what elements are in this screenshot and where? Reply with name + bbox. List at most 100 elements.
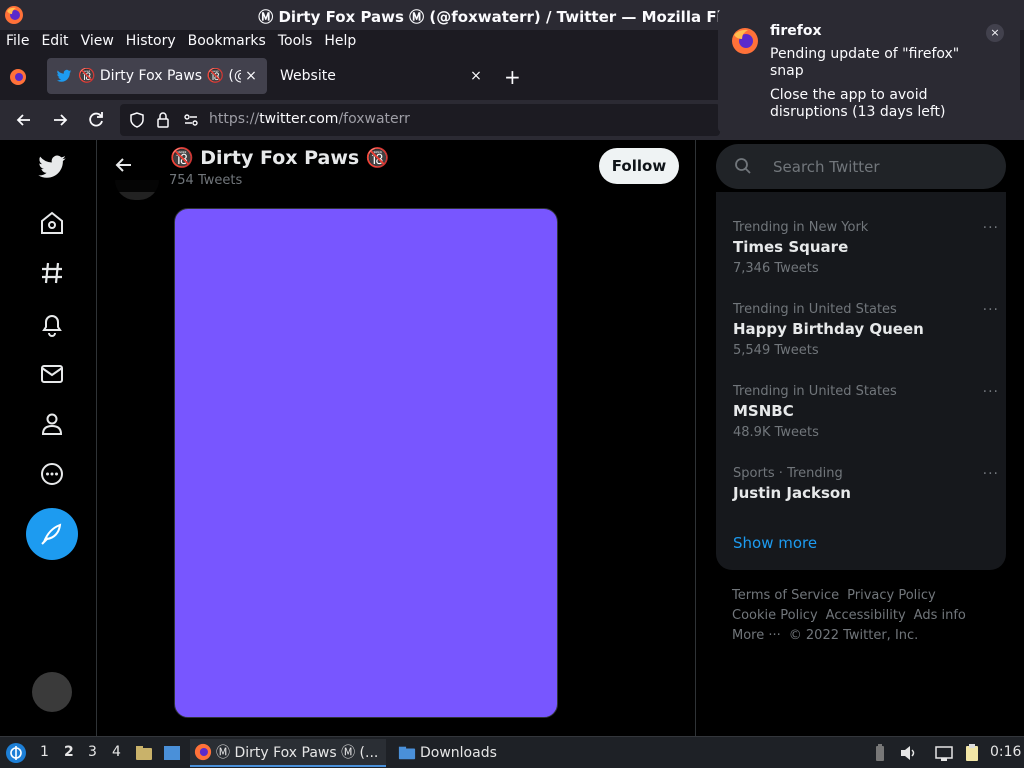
tweet-count: 754 Tweets xyxy=(169,173,243,188)
menu-help[interactable]: Help xyxy=(324,33,356,49)
trend-context: Trending in New York xyxy=(733,220,869,235)
task-label: Ⓜ Dirty Fox Paws Ⓜ (... xyxy=(216,745,379,761)
more-circle-icon[interactable] xyxy=(37,459,67,489)
footer-links: Terms of Service Privacy Policy Cookie Po… xyxy=(732,586,992,646)
trends-panel: Trending in New York Times Square 7,346 … xyxy=(716,192,1006,570)
new-tab-button[interactable]: + xyxy=(504,67,521,87)
task-label: Downloads xyxy=(420,745,497,761)
tab-close-icon[interactable]: × xyxy=(241,68,261,84)
trend-more-icon[interactable]: ··· xyxy=(983,384,999,400)
twitter-logo-icon[interactable] xyxy=(37,152,67,182)
url-prefix: https:// xyxy=(209,111,260,127)
lock-icon[interactable] xyxy=(154,111,172,129)
url-text[interactable]: https://twitter.com/foxwaterr xyxy=(209,111,410,127)
workspace-3[interactable]: 3 xyxy=(88,744,97,760)
profile-person-icon[interactable] xyxy=(37,409,67,439)
url-path: /foxwaterr xyxy=(338,111,410,127)
trend-name: Times Square xyxy=(733,238,849,256)
notification-detail: Close the app to avoid disruptions (13 d… xyxy=(770,87,946,120)
trend-more-icon[interactable]: ··· xyxy=(983,302,999,318)
back-arrow-icon[interactable] xyxy=(14,110,34,130)
start-menu-icon[interactable] xyxy=(5,742,27,764)
firefox-logo-icon xyxy=(194,743,212,761)
right-sidebar: Search Twitter Trending in New York Time… xyxy=(696,140,1024,736)
menu-tools[interactable]: Tools xyxy=(278,33,313,49)
battery-icon[interactable] xyxy=(870,743,890,763)
trend-count: 7,346 Tweets xyxy=(733,261,819,276)
menu-bookmarks[interactable]: Bookmarks xyxy=(188,33,266,49)
back-arrow-icon[interactable] xyxy=(113,154,135,176)
tab-close-icon[interactable]: × xyxy=(466,68,486,84)
menu-view[interactable]: View xyxy=(81,33,114,49)
workspace-1[interactable]: 1 xyxy=(40,744,49,760)
clipboard-icon[interactable] xyxy=(962,743,982,763)
show-more-link[interactable]: Show more xyxy=(733,534,817,552)
trend-more-icon[interactable]: ··· xyxy=(983,220,999,236)
compose-tweet-button[interactable] xyxy=(26,508,78,560)
forward-arrow-icon[interactable] xyxy=(50,110,70,130)
trend-item[interactable]: Trending in United States Happy Birthday… xyxy=(733,302,998,358)
trend-count: 48.9K Tweets xyxy=(733,425,819,440)
messages-envelope-icon[interactable] xyxy=(37,359,67,389)
explore-hashtag-icon[interactable] xyxy=(37,258,67,288)
trend-more-icon[interactable]: ··· xyxy=(983,466,999,482)
network-icon[interactable] xyxy=(934,743,954,763)
folder-icon xyxy=(398,746,416,760)
trend-context: Trending in United States xyxy=(733,384,897,399)
trend-item[interactable]: Trending in United States MSNBC 48.9K Tw… xyxy=(733,384,998,440)
notification-close-icon[interactable]: × xyxy=(986,24,1004,42)
twitter-bird-icon xyxy=(56,69,72,82)
notification-app-name: firefox xyxy=(770,23,822,39)
update-notification[interactable]: firefox Pending update of "firefox" snap… xyxy=(718,10,1020,132)
tab-label: Website xyxy=(280,68,336,84)
tab-website[interactable]: Website × xyxy=(270,58,492,94)
home-icon[interactable] xyxy=(37,208,67,238)
tab-label: 🔞 Dirty Fox Paws 🔞 (@foxwaterr) xyxy=(78,68,241,84)
menu-edit[interactable]: Edit xyxy=(41,33,68,49)
trend-name: Happy Birthday Queen xyxy=(733,320,924,338)
show-desktop-icon[interactable] xyxy=(162,743,182,763)
url-host: twitter.com xyxy=(259,111,339,127)
clock: 0:16 xyxy=(990,744,1022,760)
workspace-2[interactable]: 2 xyxy=(64,744,74,760)
reload-icon[interactable] xyxy=(86,110,106,130)
notification-message: Pending update of "firefox" snap xyxy=(770,46,960,79)
ads-info-link[interactable]: Ads info xyxy=(914,608,966,623)
volume-icon[interactable] xyxy=(898,743,918,763)
terms-link[interactable]: Terms of Service xyxy=(732,588,839,603)
taskbar-firefox-window[interactable]: Ⓜ Dirty Fox Paws Ⓜ (... xyxy=(190,739,386,767)
follow-button[interactable]: Follow xyxy=(599,148,679,184)
tab-twitter-profile[interactable]: 🔞 Dirty Fox Paws 🔞 (@foxwaterr) × xyxy=(47,58,267,94)
accessibility-link[interactable]: Accessibility xyxy=(826,608,906,623)
more-link[interactable]: More ··· xyxy=(732,628,781,643)
taskbar-downloads-window[interactable]: Downloads xyxy=(394,739,514,767)
privacy-link[interactable]: Privacy Policy xyxy=(847,588,936,603)
trend-count: 5,549 Tweets xyxy=(733,343,819,358)
trend-name: Justin Jackson xyxy=(733,484,851,502)
file-manager-icon[interactable] xyxy=(134,743,154,763)
trend-item[interactable]: Trending in New York Times Square 7,346 … xyxy=(733,220,998,276)
trend-context: Trending in United States xyxy=(733,302,897,317)
search-input[interactable]: Search Twitter xyxy=(716,144,1006,189)
cookie-link[interactable]: Cookie Policy xyxy=(732,608,818,623)
permissions-icon[interactable] xyxy=(182,111,200,129)
shield-icon[interactable] xyxy=(128,111,146,129)
trend-item[interactable]: Sports · Trending Justin Jackson ··· xyxy=(733,466,998,502)
workspace-4[interactable]: 4 xyxy=(112,744,121,760)
search-icon xyxy=(735,158,751,174)
notifications-bell-icon[interactable] xyxy=(37,309,67,339)
tweet-media-image[interactable] xyxy=(174,208,558,718)
url-bar[interactable]: https://twitter.com/foxwaterr xyxy=(120,104,720,136)
menu-history[interactable]: History xyxy=(126,33,176,49)
profile-display-name: 🔞 Dirty Fox Paws 🔞 xyxy=(170,147,390,169)
desktop-taskbar: 1 2 3 4 Ⓜ Dirty Fox Paws Ⓜ (... Download… xyxy=(0,736,1024,768)
profile-timeline: 🔞 Dirty Fox Paws 🔞 754 Tweets Follow xyxy=(97,140,696,736)
trend-name: MSNBC xyxy=(733,402,794,420)
account-avatar[interactable] xyxy=(32,672,72,712)
firefox-logo-icon xyxy=(732,28,758,54)
trend-context: Sports · Trending xyxy=(733,466,843,481)
search-placeholder: Search Twitter xyxy=(773,158,880,176)
menu-file[interactable]: File xyxy=(6,33,29,49)
twitter-sidebar xyxy=(0,140,97,736)
firefox-view-icon[interactable] xyxy=(8,67,28,87)
